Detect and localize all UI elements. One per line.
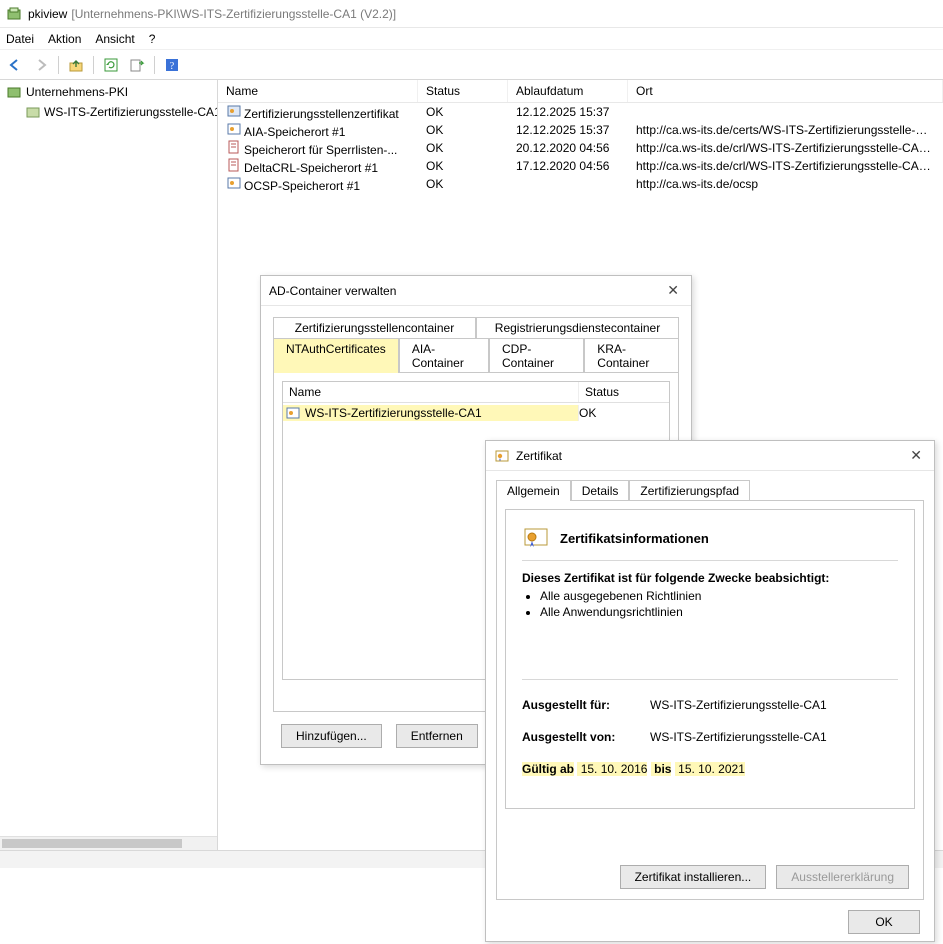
ad-top-tabs: Zertifizierungsstellencontainer Registri… (273, 316, 679, 337)
issued-to-value: WS-ITS-Zertifizierungsstelle-CA1 (650, 698, 898, 712)
cert-tabs: Allgemein Details Zertifizierungspfad (496, 479, 924, 500)
close-icon[interactable]: ✕ (906, 447, 926, 464)
tab-cdp[interactable]: CDP-Container (489, 338, 584, 373)
certificate-dialog: Zertifikat ✕ Allgemein Details Zertifizi… (485, 440, 935, 942)
menubar: Datei Aktion Ansicht ? (0, 28, 943, 50)
toolbar: ? (0, 50, 943, 80)
tab-reg[interactable]: Registrierungsdienstecontainer (476, 317, 679, 338)
ca-node-icon (26, 104, 40, 120)
svg-text:?: ? (170, 61, 175, 72)
window-subtitle: [Unternehmens-PKI\WS-ITS-Zertifizierungs… (71, 7, 396, 21)
remove-button[interactable]: Entfernen (396, 724, 478, 748)
cert-purposes: Alle ausgegebenen Richtlinien Alle Anwen… (540, 589, 898, 619)
certificate-large-icon (522, 524, 550, 552)
issuer-statement-button: Ausstellererklärung (776, 865, 909, 889)
ad-bottom-tabs: NTAuthCertificates AIA-Container CDP-Con… (273, 337, 679, 372)
tab-zsc[interactable]: Zertifizierungsstellencontainer (273, 317, 476, 338)
menu-help[interactable]: ? (149, 32, 156, 46)
tree-child[interactable]: WS-ITS-Zertifizierungsstelle-CA1 (0, 102, 217, 122)
main-area: Unternehmens-PKI WS-ITS-Zertifizierungss… (0, 80, 943, 850)
issued-by-label: Ausgestellt von: (522, 730, 650, 744)
add-button[interactable]: Hinzufügen... (281, 724, 382, 748)
close-icon[interactable]: ✕ (663, 282, 683, 299)
up-folder-icon[interactable] (65, 54, 87, 76)
tree-root[interactable]: Unternehmens-PKI (0, 82, 217, 102)
issued-to-label: Ausgestellt für: (522, 698, 650, 712)
cert-dialog-title: Zertifikat (516, 449, 562, 463)
export-icon[interactable] (126, 54, 148, 76)
menu-view[interactable]: Ansicht (95, 32, 134, 46)
window-titlebar: pkiview [Unternehmens-PKI\WS-ITS-Zertifi… (0, 0, 943, 28)
ocsp-item-icon (226, 175, 242, 191)
inner-col-name[interactable]: Name (283, 382, 579, 402)
certificate-icon (494, 448, 510, 464)
cert-heading: Zertifikatsinformationen (560, 531, 709, 546)
cert-item-icon (285, 405, 301, 421)
tab-details[interactable]: Details (571, 480, 630, 501)
cert-purpose-label: Dieses Zertifikat ist für folgende Zweck… (522, 571, 898, 585)
cert-panel: Zertifikatsinformationen Dieses Zertifik… (496, 500, 924, 900)
tree-child-label: WS-ITS-Zertifizierungsstelle-CA1 (44, 105, 218, 119)
help-icon[interactable]: ? (161, 54, 183, 76)
tree-pane: Unternehmens-PKI WS-ITS-Zertifizierungss… (0, 80, 218, 850)
col-expiry[interactable]: Ablaufdatum (508, 80, 628, 102)
inner-col-status[interactable]: Status (579, 382, 669, 402)
nav-forward-icon[interactable] (30, 54, 52, 76)
cert-dialog-titlebar: Zertifikat ✕ (486, 441, 934, 471)
tab-certpath[interactable]: Zertifizierungspfad (629, 480, 750, 501)
menu-action[interactable]: Aktion (48, 32, 81, 46)
refresh-icon[interactable] (100, 54, 122, 76)
menu-file[interactable]: Datei (6, 32, 34, 46)
validity-line: Gültig ab 15. 10. 2016 bis 15. 10. 2021 (522, 762, 898, 776)
window-title: pkiview (28, 7, 67, 21)
col-location[interactable]: Ort (628, 80, 943, 102)
col-status[interactable]: Status (418, 80, 508, 102)
tab-ntauth[interactable]: NTAuthCertificates (273, 338, 399, 373)
tree-scrollbar[interactable] (0, 836, 217, 850)
tab-general[interactable]: Allgemein (496, 480, 571, 501)
ok-button[interactable]: OK (848, 910, 920, 934)
tree-root-label: Unternehmens-PKI (26, 85, 128, 99)
tab-kra[interactable]: KRA-Container (584, 338, 679, 373)
ad-dialog-titlebar: AD-Container verwalten ✕ (261, 276, 691, 306)
list-row[interactable]: OCSP-Speicherort #1 OK http://ca.ws-its.… (218, 175, 943, 193)
tab-aia[interactable]: AIA-Container (399, 338, 489, 373)
install-cert-button[interactable]: Zertifikat installieren... (620, 865, 767, 889)
nav-back-icon[interactable] (4, 54, 26, 76)
inner-list-row[interactable]: WS-ITS-Zertifizierungsstelle-CA1 OK (283, 403, 669, 423)
ad-dialog-title: AD-Container verwalten (269, 284, 396, 298)
issued-by-value: WS-ITS-Zertifizierungsstelle-CA1 (650, 730, 898, 744)
app-icon (6, 6, 22, 22)
pki-root-icon (6, 84, 22, 100)
